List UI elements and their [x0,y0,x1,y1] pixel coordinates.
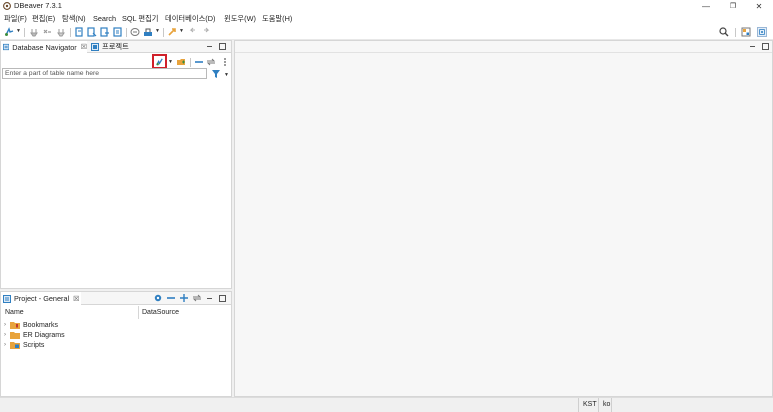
rollback-icon[interactable] [100,27,110,37]
tree-item-label: Scripts [23,341,45,349]
search-icon[interactable] [719,27,729,37]
tree-item-label: Bookmarks [23,321,59,329]
menu-file[interactable]: 파일(F) [4,14,27,23]
menu-sql-editor[interactable]: SQL 편집기 [122,14,159,23]
menu-navigate[interactable]: 탐색(N) [62,14,86,23]
toolbar-separator [24,28,25,37]
disconnect-icon[interactable] [42,27,52,37]
tree-item-bookmarks[interactable]: › Bookmarks [4,320,58,330]
navigator-tab-bar: Database Navigator ☒ 프로젝트 [1,41,231,53]
menu-database[interactable]: 데이터베이스(D) [165,14,215,23]
minimize-button[interactable]: — [691,0,721,12]
maximize-view-icon[interactable] [762,43,769,50]
run-icon[interactable] [167,27,177,37]
tree-item-label: ER Diagrams [23,331,65,339]
bookmarks-folder-icon [10,322,20,329]
menu-search[interactable]: Search [93,14,116,23]
minimize-view-icon[interactable] [206,295,213,302]
editor-area [234,40,773,397]
menu-edit[interactable]: 편집(E) [32,14,55,23]
new-connection-plug-icon [156,58,163,66]
new-connection-icon[interactable] [4,27,14,37]
table-filter-input[interactable] [2,68,207,79]
projects-icon [91,43,99,51]
new-connection-dropdown-icon[interactable]: ▼ [168,59,173,65]
scripts-folder-icon [10,342,20,349]
locale-status: ko [598,398,612,412]
toolbar-separator [190,58,191,67]
dbeaver-perspective-icon[interactable] [757,27,767,37]
back-icon[interactable] [188,27,198,37]
tree-item-er-diagrams[interactable]: › ER Diagrams [4,330,65,340]
tab-project-general[interactable]: Project - General ☒ [1,292,81,305]
collapse-all-icon[interactable] [194,57,204,67]
status-bar: KST ko [0,397,773,412]
tab-label: 프로젝트 [102,42,129,51]
minimize-view-icon[interactable] [749,43,756,50]
tab-label: Project - General [14,294,70,303]
run-dropdown-icon[interactable]: ▼ [179,28,184,34]
new-folder-icon[interactable] [176,57,186,67]
tab-close-icon[interactable]: ☒ [73,295,79,303]
timezone-status: KST [578,398,598,412]
new-connection-button[interactable] [152,54,167,69]
main-toolbar: ▼ ▼ ▼ [0,25,773,40]
dbeaver-logo-icon [3,2,11,10]
commit-icon[interactable] [87,27,97,37]
menu-help[interactable]: 도움말(H) [262,14,292,23]
menu-window[interactable]: 윈도우(W) [224,14,256,23]
maximize-view-icon[interactable] [219,43,226,50]
project-icon [3,294,11,303]
perspective-icon[interactable] [741,27,751,37]
editor-tab-bar [235,41,772,53]
database-tasks-icon[interactable] [143,27,153,37]
view-menu-icon[interactable] [220,57,230,67]
database-navigator-icon [3,43,10,51]
title-bar: DBeaver 7.3.1 — ❐ ✕ [0,0,773,12]
maximize-view-icon[interactable] [219,295,226,302]
workspace: Database Navigator ☒ 프로젝트 ▼ Enter a part… [0,40,773,397]
transaction-log-icon[interactable] [113,27,123,37]
tab-database-navigator[interactable]: Database Navigator ☒ [1,41,87,53]
invalidate-icon[interactable] [56,27,66,37]
minimize-view-icon[interactable] [206,43,213,50]
project-general-view: Project - General ☒ Name DataSource › Bo… [0,291,232,397]
transaction-mode-icon[interactable] [74,27,84,37]
toolbar-separator [735,28,736,37]
connect-icon[interactable] [29,27,39,37]
toolbar-separator [126,28,127,37]
toolbar-separator [163,28,164,37]
database-navigator-view: Database Navigator ☒ 프로젝트 ▼ Enter a part… [0,40,232,289]
configure-icon[interactable] [153,293,163,303]
forward-icon[interactable] [201,27,211,37]
tab-projects[interactable]: 프로젝트 [89,41,137,53]
link-with-editor-icon[interactable] [192,293,202,303]
menu-bar: 파일(F) 편집(E) 탐색(N) Search SQL 편집기 데이터베이스(… [0,12,773,25]
project-tab-bar: Project - General ☒ [1,292,231,305]
column-header-datasource[interactable]: DataSource [142,309,179,316]
column-divider[interactable] [138,306,139,319]
link-with-editor-icon[interactable] [206,57,216,67]
column-header-name[interactable]: Name [5,309,24,316]
tree-item-scripts[interactable]: › Scripts [4,340,44,350]
database-tasks-dropdown-icon[interactable]: ▼ [155,28,160,34]
new-connection-dropdown-icon[interactable]: ▼ [16,28,21,34]
window-title: DBeaver 7.3.1 [14,1,62,10]
close-button[interactable]: ✕ [744,0,773,12]
sql-editor-icon[interactable] [130,27,140,37]
filter-dropdown-icon[interactable]: ▼ [224,72,229,78]
folder-icon [10,332,20,339]
toolbar-separator [70,28,71,37]
expand-all-icon[interactable] [179,293,189,303]
collapse-all-icon[interactable] [166,293,176,303]
tab-label: Database Navigator [12,42,77,52]
tab-close-icon[interactable]: ☒ [81,43,87,51]
filter-icon[interactable] [211,69,221,79]
